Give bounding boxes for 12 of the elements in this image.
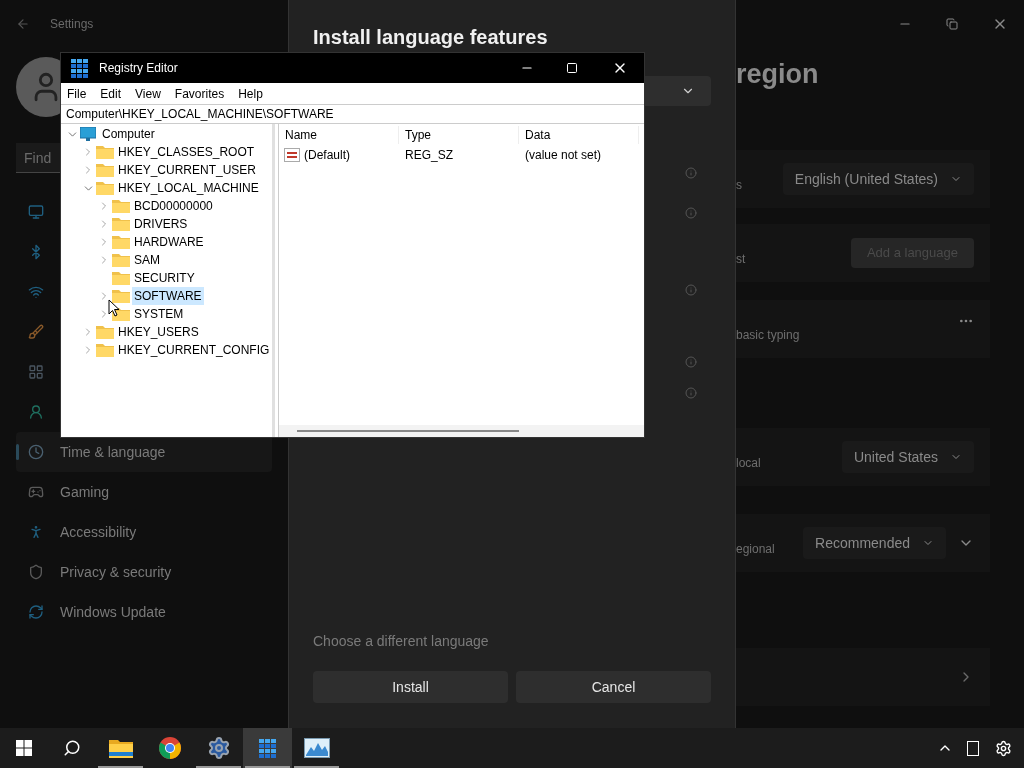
setting-label: egional [736,541,775,558]
window-title: Registry Editor [99,60,178,77]
setting-label: local [736,455,761,472]
table-cell-text: REG_SZ [404,147,454,164]
setting-label: basic typing [736,327,800,344]
page-title: region [736,58,820,90]
table-cell-text: (Default) [304,147,350,164]
dialog-title: Install language features [313,25,549,50]
table-cell-text: (value not set) [524,147,603,164]
setting-label: st [736,251,746,268]
window-title: Settings [50,16,94,33]
setting-label: s [736,177,742,194]
